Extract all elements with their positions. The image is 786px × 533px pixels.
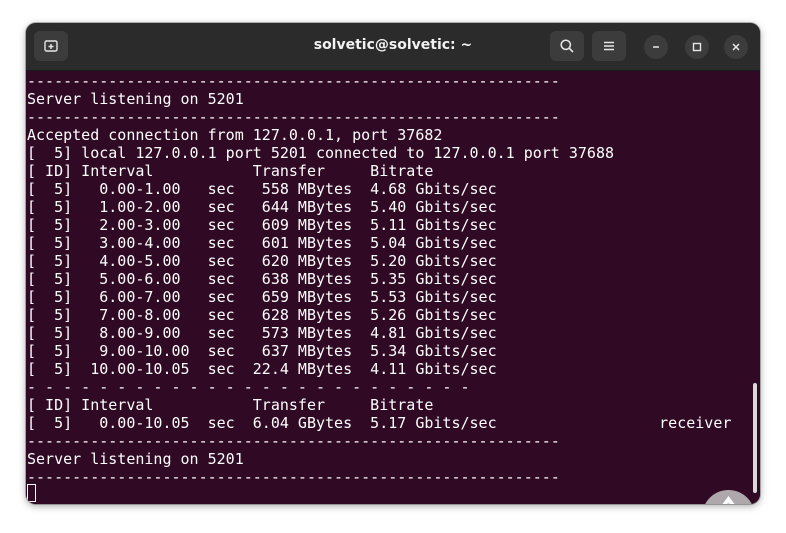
menu-button[interactable] bbox=[592, 31, 626, 61]
terminal-output[interactable]: ----------------------------------------… bbox=[26, 71, 760, 504]
hamburger-menu-icon bbox=[604, 41, 614, 51]
terminal-line: [ 5] 3.00-4.00 sec 601 MBytes 5.04 Gbits… bbox=[27, 234, 497, 252]
maximize-icon bbox=[692, 42, 702, 52]
terminal-line: [ 5] 7.00-8.00 sec 628 MBytes 5.26 Gbits… bbox=[27, 306, 497, 324]
terminal-line: [ 5] 10.00-10.05 sec 22.4 MBytes 4.11 Gb… bbox=[27, 360, 497, 378]
terminal-line: ----------------------------------------… bbox=[27, 432, 560, 450]
terminal-line: - - - - - - - - - - - - - - - - - - - - … bbox=[27, 378, 470, 396]
search-button[interactable] bbox=[550, 31, 584, 61]
terminal-line: Server listening on 5201 bbox=[27, 90, 244, 108]
minimize-button[interactable] bbox=[644, 35, 668, 59]
search-icon bbox=[560, 39, 574, 53]
terminal-line: [ 5] 0.00-1.00 sec 558 MBytes 4.68 Gbits… bbox=[27, 180, 497, 198]
title-bar: solvetic@solvetic: ~ bbox=[26, 23, 760, 71]
close-icon bbox=[732, 43, 740, 51]
terminal-line: [ ID] Interval Transfer Bitrate bbox=[27, 396, 434, 414]
terminal-line: [ 5] 4.00-5.00 sec 620 MBytes 5.20 Gbits… bbox=[27, 252, 497, 270]
terminal-line: Accepted connection from 127.0.0.1, port… bbox=[27, 126, 443, 144]
terminal-line: [ ID] Interval Transfer Bitrate bbox=[27, 162, 434, 180]
terminal-line: ----------------------------------------… bbox=[27, 468, 560, 486]
terminal-line: [ 5] 0.00-10.05 sec 6.04 GBytes 5.17 Gbi… bbox=[27, 414, 732, 432]
solvetic-logo bbox=[702, 490, 755, 504]
text-cursor bbox=[27, 484, 36, 502]
close-button[interactable] bbox=[724, 35, 748, 59]
solvetic-logo-icon bbox=[722, 496, 735, 504]
terminal-line: [ 5] 9.00-10.00 sec 637 MBytes 5.34 Gbit… bbox=[27, 342, 497, 360]
maximize-button[interactable] bbox=[685, 35, 709, 59]
minimize-icon bbox=[653, 46, 659, 48]
terminal-line: [ 5] local 127.0.0.1 port 5201 connected… bbox=[27, 144, 614, 162]
terminal-line: [ 5] 8.00-9.00 sec 573 MBytes 4.81 Gbits… bbox=[27, 324, 497, 342]
terminal-line: [ 5] 2.00-3.00 sec 609 MBytes 5.11 Gbits… bbox=[27, 216, 497, 234]
terminal-window: solvetic@solvetic: ~ -------------------… bbox=[26, 23, 760, 504]
terminal-line: ----------------------------------------… bbox=[27, 108, 560, 126]
terminal-line: ----------------------------------------… bbox=[27, 72, 560, 90]
terminal-line: [ 5] 6.00-7.00 sec 659 MBytes 5.53 Gbits… bbox=[27, 288, 497, 306]
scrollbar[interactable] bbox=[753, 383, 757, 493]
terminal-line: [ 5] 1.00-2.00 sec 644 MBytes 5.40 Gbits… bbox=[27, 198, 497, 216]
terminal-line: [ 5] 5.00-6.00 sec 638 MBytes 5.35 Gbits… bbox=[27, 270, 497, 288]
terminal-line: Server listening on 5201 bbox=[27, 450, 244, 468]
